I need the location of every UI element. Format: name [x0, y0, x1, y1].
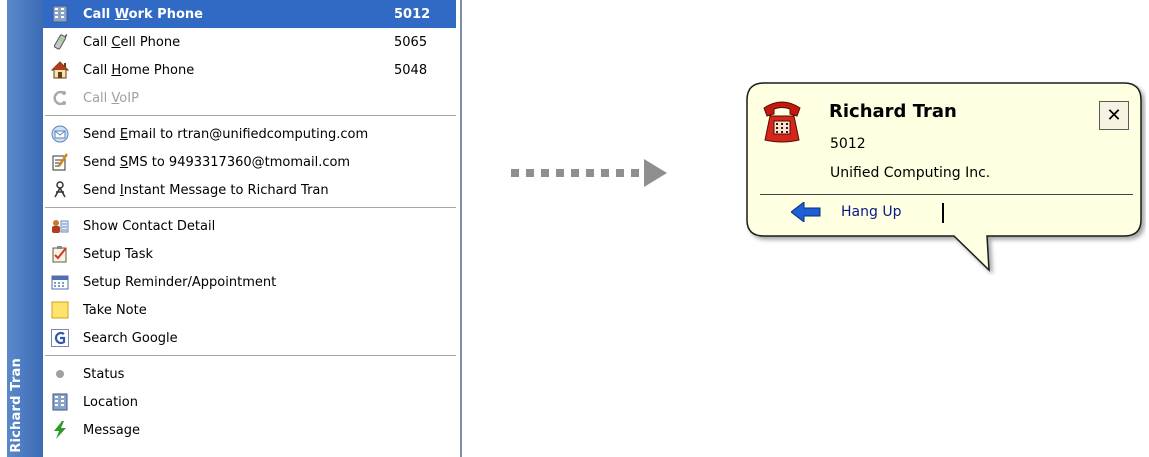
menu-item-call-work-phone[interactable]: Call Work Phone 5012	[43, 0, 456, 28]
caller-company: Unified Computing Inc.	[830, 165, 991, 181]
calendar-icon	[51, 273, 69, 291]
close-button[interactable]: ✕	[1099, 101, 1129, 130]
status-dot-icon	[51, 365, 69, 383]
arrow-dash	[526, 169, 534, 177]
menu-item-search-google[interactable]: Search Google	[43, 324, 460, 352]
lightning-icon	[51, 421, 69, 439]
note-icon	[51, 301, 69, 319]
arrow-dash	[601, 169, 609, 177]
menu-item-send-sms[interactable]: Send SMS to 9493317360@tmomail.com	[43, 148, 460, 176]
instant-message-icon	[51, 181, 69, 199]
task-icon	[51, 245, 69, 263]
home-phone-number: 5048	[394, 62, 428, 78]
arrow-head-icon	[644, 159, 667, 187]
arrow-dash	[571, 169, 579, 177]
hang-up-button[interactable]: Hang Up	[841, 204, 901, 220]
arrow-dash	[616, 169, 624, 177]
contact-card-icon	[51, 217, 69, 235]
menu-item-location[interactable]: Location	[43, 388, 460, 416]
caller-name: Richard Tran	[829, 101, 957, 122]
context-menu: Richard Tran Call Work Phone 5012 Call C…	[7, 0, 462, 457]
google-icon	[51, 329, 69, 347]
menu-items: Call Work Phone 5012 Call Cell Phone 506…	[43, 0, 460, 444]
cell-phone-number: 5065	[394, 34, 428, 50]
arrow-dash	[541, 169, 549, 177]
menu-separator	[45, 115, 456, 116]
building-icon	[51, 393, 69, 411]
menu-item-send-email[interactable]: Send Email to rtran@unifiedcomputing.com	[43, 120, 460, 148]
menu-side-strip: Richard Tran	[7, 0, 43, 457]
arrow-dash	[631, 169, 639, 177]
cellphone-icon	[51, 33, 69, 51]
menu-item-message[interactable]: Message	[43, 416, 460, 444]
menu-item-setup-reminder[interactable]: Setup Reminder/Appointment	[43, 268, 460, 296]
callout-divider	[760, 194, 1133, 195]
call-callout: Richard Tran 5012 Unified Computing Inc.…	[744, 80, 1144, 270]
telephone-icon	[761, 94, 803, 144]
building-icon	[51, 5, 69, 23]
voip-icon	[51, 89, 69, 107]
email-icon	[51, 125, 69, 143]
arrow-dash	[556, 169, 564, 177]
menu-item-call-voip[interactable]: Call VoIP	[43, 84, 460, 112]
menu-item-show-contact-detail[interactable]: Show Contact Detail	[43, 212, 460, 240]
menu-item-status[interactable]: Status	[43, 360, 460, 388]
caller-number: 5012	[830, 136, 866, 152]
house-icon	[51, 61, 69, 79]
menu-item-setup-task[interactable]: Setup Task	[43, 240, 460, 268]
text-cursor	[942, 203, 944, 223]
menu-strip-label: Richard Tran	[9, 358, 24, 453]
close-icon: ✕	[1106, 105, 1122, 126]
menu-item-call-home-phone[interactable]: Call Home Phone 5048	[43, 56, 460, 84]
menu-separator	[45, 207, 456, 208]
menu-item-send-instant-message[interactable]: Send Instant Message to Richard Tran	[43, 176, 460, 204]
sms-icon	[51, 153, 69, 171]
menu-item-call-cell-phone[interactable]: Call Cell Phone 5065	[43, 28, 460, 56]
arrow-dash	[511, 169, 519, 177]
arrow-dash	[586, 169, 594, 177]
work-phone-number: 5012	[394, 6, 431, 22]
menu-separator	[45, 355, 456, 356]
menu-item-take-note[interactable]: Take Note	[43, 296, 460, 324]
arrow-left-icon	[790, 200, 821, 226]
